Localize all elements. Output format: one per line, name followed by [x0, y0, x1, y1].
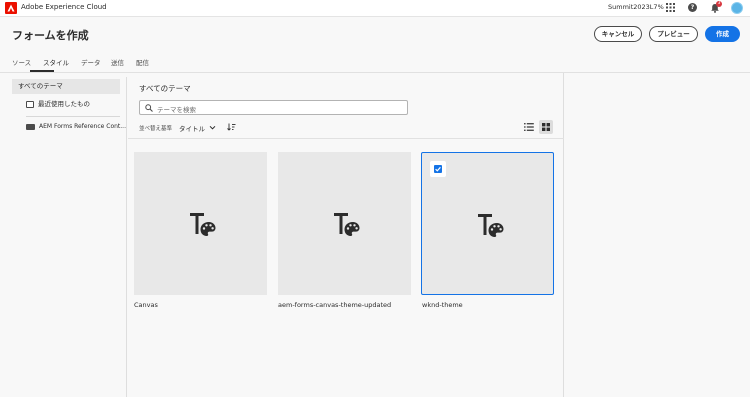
chevron-down-icon[interactable]	[209, 124, 216, 131]
sidebar-item-recent[interactable]: 最近使用したもの	[12, 97, 120, 112]
sidebar-item-all-themes[interactable]: すべてのテーマ	[12, 79, 120, 94]
org-switcher[interactable]: Summit2023L7%	[608, 3, 664, 11]
avatar[interactable]	[731, 2, 743, 14]
theme-icon	[190, 213, 216, 236]
search-placeholder: テーマを検索	[157, 106, 196, 114]
theme-card[interactable]	[278, 152, 411, 295]
grid-view-icon	[542, 123, 550, 131]
preview-button[interactable]: プレビュー	[649, 26, 698, 42]
folder-icon	[26, 124, 35, 130]
sidebar: すべてのテーマ 最近使用したもの AEM Forms Reference Con…	[12, 77, 127, 397]
help-icon[interactable]: ?	[688, 3, 697, 12]
tab-style[interactable]: スタイル	[43, 57, 69, 67]
main-content: すべてのテーマ テーマを検索 並べ替え基準 タイトル Canvas aem-fo…	[128, 73, 564, 397]
sidebar-item-aem-forms-reference[interactable]: AEM Forms Reference Cont...	[12, 119, 126, 134]
checkbox-icon[interactable]	[430, 161, 446, 177]
adobe-logo[interactable]	[5, 2, 17, 14]
theme-card-label: aem-forms-canvas-theme-updated	[278, 301, 392, 309]
search-input[interactable]: テーマを検索	[139, 100, 408, 115]
tab-source[interactable]: ソース	[12, 57, 31, 67]
image-icon	[26, 101, 34, 108]
divider	[26, 116, 120, 117]
tab-submission[interactable]: 送信	[111, 57, 124, 67]
tab-delivery[interactable]: 配信	[136, 57, 149, 67]
sort-dropdown[interactable]: タイトル	[179, 123, 205, 133]
theme-card-label: wknd-theme	[422, 301, 463, 309]
theme-card-selected[interactable]	[421, 152, 554, 295]
sidebar-item-label: AEM Forms Reference Cont...	[39, 123, 126, 130]
shell-bar: Adobe Experience Cloud Summit2023L7% ? 3	[0, 0, 750, 17]
grid-view-button[interactable]	[539, 120, 553, 134]
cancel-button[interactable]: キャンセル	[594, 26, 642, 42]
sidebar-item-label: すべてのテーマ	[18, 82, 63, 90]
apps-grid-icon[interactable]	[666, 3, 675, 12]
tab-data[interactable]: データ	[81, 57, 101, 67]
sort-label: 並べ替え基準	[139, 126, 173, 132]
sidebar-item-label: 最近使用したもの	[38, 100, 90, 108]
theme-card[interactable]	[134, 152, 267, 295]
theme-icon	[478, 214, 504, 237]
theme-card-label: Canvas	[134, 301, 158, 309]
sort-direction-icon[interactable]	[227, 123, 236, 131]
app-title: Adobe Experience Cloud	[21, 3, 107, 11]
theme-icon	[334, 213, 360, 236]
list-view-icon[interactable]	[524, 122, 534, 132]
create-button[interactable]: 作成	[705, 26, 740, 42]
search-icon	[145, 104, 153, 112]
section-heading: すべてのテーマ	[139, 84, 191, 93]
divider	[128, 138, 564, 139]
page-title: フォームを作成	[12, 29, 89, 42]
notification-badge: 3	[716, 1, 722, 7]
